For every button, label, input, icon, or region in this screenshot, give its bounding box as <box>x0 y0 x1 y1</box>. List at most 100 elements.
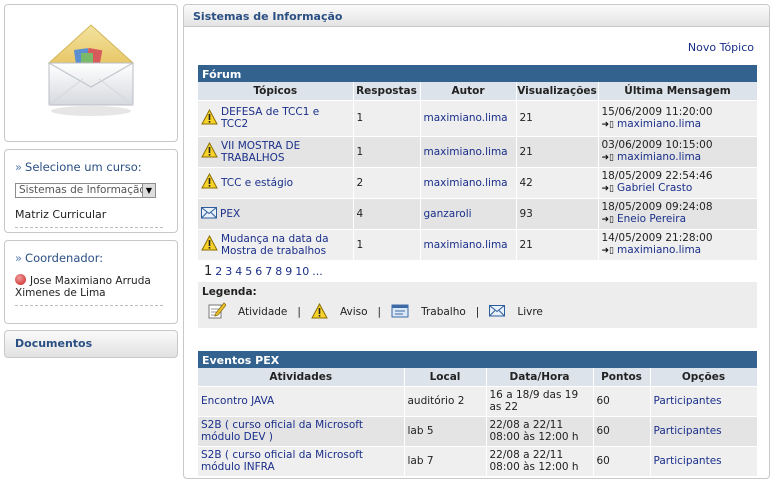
last-message-date: 18/05/2009 09:24:08 <box>601 201 713 213</box>
last-user-link[interactable]: Eneio Pereira <box>617 213 686 225</box>
work-icon <box>391 303 409 322</box>
coordinator-title-label: Coordenador: <box>25 251 104 265</box>
last-message-date: 15/06/2009 11:20:00 <box>601 105 713 118</box>
table-row: Mudança na data da Mostra de trabalhos 1 m… <box>198 228 758 260</box>
page-link[interactable]: 6 <box>255 265 262 278</box>
page-link[interactable]: 10 <box>295 265 309 278</box>
column-header[interactable]: Autor <box>420 82 517 100</box>
documents-label: Documentos <box>15 337 93 350</box>
table-row: S2B ( curso oficial da Microsoft módulo … <box>198 445 758 476</box>
coordinator-box: » Coordenador: Jose Maximiano Arruda Xime… <box>4 240 178 324</box>
page-link[interactable]: 9 <box>285 265 292 278</box>
column-header[interactable]: Tópicos <box>198 82 354 100</box>
views-cell: 21 <box>516 99 599 136</box>
go-to-post-icon[interactable]: ➜▯ <box>602 245 615 257</box>
topic-cell: Mudança na data da Mostra de trabalhos <box>198 228 354 260</box>
last-user-link[interactable]: maximiano.lima <box>617 151 701 163</box>
author-link[interactable]: maximiano.lima <box>424 146 508 158</box>
column-header[interactable]: Última Mensagem <box>598 82 758 100</box>
activity-link[interactable]: S2B ( curso oficial da Microsoft módulo … <box>201 419 363 443</box>
participants-link[interactable]: Participantes <box>654 425 722 437</box>
sidebar: » Selecione um curso: Sistemas de Informa… <box>4 4 178 358</box>
participants-link[interactable]: Participantes <box>654 455 722 467</box>
column-header[interactable]: Local <box>404 368 487 386</box>
legend-separator: | <box>377 306 382 318</box>
legend: Legenda: Atividade | Aviso | Trabalho | Livre <box>198 282 757 328</box>
go-to-post-icon[interactable]: ➜▯ <box>602 152 615 164</box>
topic-link[interactable]: PEX <box>220 208 240 220</box>
events-title: Eventos PEX <box>198 351 757 368</box>
last-message-cell: 15/06/2009 11:20:00 ➜▯ maximiano.lima <box>598 99 758 136</box>
user-icon <box>15 274 26 285</box>
topic-link[interactable]: VII MOSTRA DE TRABALHOS <box>221 140 350 164</box>
activity-cell: S2B ( curso oficial da Microsoft módulo … <box>198 415 405 446</box>
points-cell: 60 <box>593 385 651 416</box>
replies-cell: 1 <box>353 99 421 136</box>
column-header[interactable]: Data/Hora <box>486 368 594 386</box>
forum-header-row: Tópicos Respostas Autor Visualizações Úl… <box>198 82 758 100</box>
current-page[interactable]: 1 <box>204 264 212 279</box>
replies-cell: 4 <box>353 197 421 229</box>
author-cell: maximiano.lima <box>420 166 517 198</box>
page-link[interactable]: 3 <box>225 265 232 278</box>
last-message-cell: 18/05/2009 22:54:46 ➜▯ Gabriel Crasto <box>598 166 758 198</box>
documents-button[interactable]: Documentos <box>4 330 178 358</box>
views-cell: 21 <box>516 135 599 167</box>
table-row: DEFESA de TCC1 e TCC2 1 maximiano.lima 21 15… <box>198 99 758 136</box>
column-header[interactable]: Respostas <box>353 82 421 100</box>
page-link[interactable]: 4 <box>235 265 242 278</box>
forum-table: Tópicos Respostas Autor Visualizações Úl… <box>198 82 758 260</box>
page-link[interactable]: ... <box>312 265 323 278</box>
new-topic-link[interactable]: Novo Tópico <box>688 41 754 54</box>
points-cell: 60 <box>593 445 651 476</box>
last-user-link[interactable]: Gabriel Crasto <box>617 182 692 194</box>
mail-icon <box>201 206 217 222</box>
page-link[interactable]: 2 <box>215 265 222 278</box>
last-message-cell: 18/05/2009 09:24:08 ➜▯ Eneio Pereira <box>598 197 758 229</box>
last-message-date: 18/05/2009 22:54:46 <box>601 170 713 182</box>
column-header[interactable]: Visualizações <box>516 82 599 100</box>
warning-icon <box>311 302 328 322</box>
warning-icon <box>201 235 218 254</box>
curriculum-link[interactable]: Matriz Curricular <box>15 208 169 221</box>
author-link[interactable]: ganzaroli <box>424 208 472 220</box>
replies-cell: 2 <box>353 166 421 198</box>
events-panel: Eventos PEX Atividades Local Data/Hora P… <box>198 351 758 476</box>
course-select[interactable]: Sistemas de Informação ▼ <box>15 183 156 198</box>
main-panel: Sistemas de Informação Novo Tópico Fórum… <box>183 4 770 479</box>
last-message-cell: 14/05/2009 21:28:00 ➜▯ maximiano.lima <box>598 228 758 260</box>
topic-cell: TCC e estágio <box>198 166 354 198</box>
table-row: TCC e estágio 2 maximiano.lima 42 18/05/2009… <box>198 166 758 198</box>
pagination: 1 2 3 4 5 6 7 8 9 10... <box>198 260 757 282</box>
author-link[interactable]: maximiano.lima <box>424 239 508 251</box>
page-link[interactable]: 7 <box>265 265 272 278</box>
go-to-post-icon[interactable]: ➜▯ <box>602 214 615 226</box>
column-header[interactable]: Atividades <box>198 368 405 386</box>
topic-link[interactable]: DEFESA de TCC1 e TCC2 <box>221 106 350 130</box>
page-link[interactable]: 8 <box>275 265 282 278</box>
column-header[interactable]: Opções <box>650 368 758 386</box>
activity-link[interactable]: S2B ( curso oficial da Microsoft módulo … <box>201 449 363 473</box>
chevron-down-icon[interactable]: ▼ <box>142 184 155 197</box>
participants-link[interactable]: Participantes <box>654 395 722 407</box>
legend-separator: | <box>297 306 301 318</box>
place-cell: lab 7 <box>404 445 487 476</box>
datetime-cell: 22/08 a 22/11 08:00 às 12:00 h <box>486 445 594 476</box>
legend-separator: | <box>475 306 480 318</box>
topic-link[interactable]: Mudança na data da Mostra de trabalhos <box>221 233 350 257</box>
legend-item: Atividade <box>208 302 287 322</box>
last-user-link[interactable]: maximiano.lima <box>617 244 701 256</box>
topic-link[interactable]: TCC e estágio <box>221 177 293 189</box>
coordinator-name-label: Jose Maximiano Arruda Ximenes de Lima <box>15 275 151 299</box>
author-link[interactable]: maximiano.lima <box>424 177 508 189</box>
author-link[interactable]: maximiano.lima <box>424 112 508 124</box>
datetime-cell: 22/08 a 22/11 08:00 às 12:00 h <box>486 415 594 446</box>
forum-panel: Fórum Tópicos Respostas Autor Visualizaç… <box>198 65 758 328</box>
page-link[interactable]: 5 <box>245 265 252 278</box>
last-user-link[interactable]: maximiano.lima <box>617 118 701 130</box>
activity-link[interactable]: Encontro JAVA <box>201 395 274 407</box>
column-header[interactable]: Pontos <box>593 368 651 386</box>
datetime-cell: 16 a 18/9 das 19 as 22 <box>486 385 594 416</box>
go-to-post-icon[interactable]: ➜▯ <box>602 119 615 131</box>
go-to-post-icon[interactable]: ➜▯ <box>602 183 615 195</box>
